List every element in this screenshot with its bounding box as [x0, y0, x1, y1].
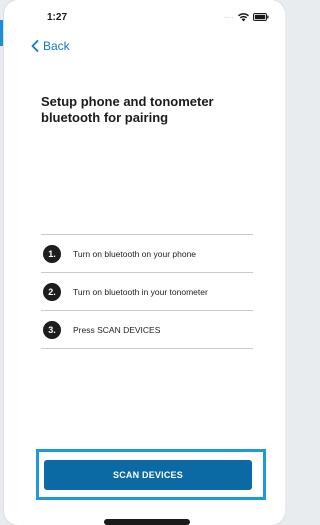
list-item: 2. Turn on bluetooth in your tonometer	[41, 273, 253, 311]
screen: 1:27 .... Back Setup phone and tonometer…	[0, 0, 285, 525]
wifi-icon	[238, 12, 249, 21]
step-text: Turn on bluetooth on your phone	[73, 248, 197, 259]
phone-frame: 1:27 .... Back Setup phone and tonometer…	[4, 0, 285, 525]
list-item: 3. Press SCAN DEVICES	[41, 311, 253, 349]
status-bar: 1:27 ....	[4, 0, 285, 34]
signal-icon: ....	[224, 13, 234, 20]
scan-button-highlight: SCAN DEVICES	[36, 449, 266, 500]
page-title: Setup phone and tonometer bluetooth for …	[41, 94, 214, 125]
step-number-badge: 3.	[43, 320, 61, 339]
step-number-badge: 2.	[43, 282, 61, 301]
step-number-badge: 1.	[43, 244, 61, 263]
battery-icon	[253, 13, 269, 21]
status-icons: ....	[224, 12, 269, 22]
chevron-left-icon	[31, 40, 39, 52]
step-text: Press SCAN DEVICES	[73, 324, 161, 335]
steps-list: 1. Turn on bluetooth on your phone 2. Tu…	[41, 234, 253, 349]
status-time: 1:27	[47, 12, 68, 23]
scan-devices-button[interactable]: SCAN DEVICES	[44, 460, 252, 490]
home-indicator	[104, 519, 190, 525]
back-button[interactable]: Back	[31, 39, 70, 53]
back-label[interactable]: Back	[43, 39, 70, 53]
list-item: 1. Turn on bluetooth on your phone	[41, 235, 253, 273]
step-text: Turn on bluetooth in your tonometer	[73, 286, 208, 297]
